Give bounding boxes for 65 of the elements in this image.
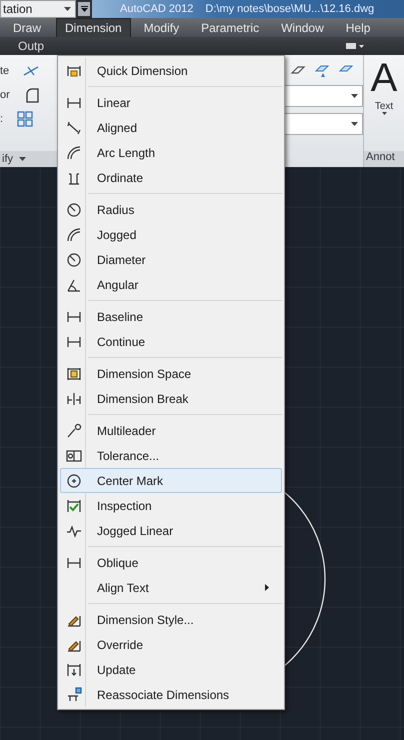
app-title: AutoCAD 2012 bbox=[120, 3, 194, 15]
menu-option[interactable]: Continue bbox=[60, 329, 282, 354]
quick-access-button[interactable] bbox=[78, 2, 90, 16]
panel-title: Annot bbox=[364, 151, 404, 167]
menu-option[interactable]: Inspection bbox=[60, 493, 282, 518]
tool-label: : bbox=[0, 113, 4, 125]
panel-title: ify bbox=[2, 153, 13, 165]
dimension-space-icon bbox=[66, 366, 82, 382]
menu-item[interactable]: Window bbox=[272, 18, 333, 38]
caret-icon bbox=[382, 112, 386, 115]
menu-option[interactable]: Tolerance... bbox=[60, 443, 282, 468]
menu-option[interactable]: Dimension Break bbox=[60, 386, 282, 411]
menu-option[interactable]: Override bbox=[60, 632, 282, 657]
menu-option[interactable]: Diameter bbox=[60, 247, 282, 272]
ribbon-tab[interactable]: Outp bbox=[18, 39, 44, 53]
text-glyph: A bbox=[370, 55, 398, 101]
fillet-icon[interactable] bbox=[24, 87, 40, 103]
menu-item[interactable]: Modify bbox=[134, 18, 188, 38]
circle-icon bbox=[66, 202, 82, 218]
menu-option[interactable]: Center Mark bbox=[60, 468, 282, 493]
menu-item[interactable]: Help bbox=[336, 18, 380, 38]
array-icon[interactable] bbox=[17, 111, 34, 127]
tool-label: or bbox=[0, 89, 10, 101]
arc-icon bbox=[66, 144, 82, 160]
update-icon bbox=[66, 662, 82, 678]
menu-option[interactable]: Angular bbox=[60, 272, 282, 297]
leader-icon bbox=[66, 422, 82, 438]
dimension-break-icon bbox=[66, 390, 82, 406]
panel-toggle-icon[interactable] bbox=[346, 42, 364, 50]
menu-option[interactable]: Dimension Space bbox=[60, 361, 282, 386]
menu-option[interactable]: Radius bbox=[60, 197, 282, 222]
menu-option[interactable]: Jogged Linear bbox=[60, 518, 282, 543]
menu-option[interactable]: Arc Length bbox=[60, 140, 282, 165]
menu-option[interactable]: Linear bbox=[60, 90, 282, 115]
workspace-dropdown[interactable]: tation bbox=[0, 0, 76, 18]
tolerance-box-icon bbox=[66, 448, 82, 464]
menu-option[interactable]: Aligned bbox=[60, 115, 282, 140]
menu-option[interactable]: Align Text bbox=[60, 575, 282, 600]
circle-icon bbox=[66, 252, 82, 268]
tool-label: te bbox=[0, 65, 10, 77]
menu-item[interactable]: Draw bbox=[4, 18, 50, 38]
reassociate-icon bbox=[66, 686, 82, 702]
menu-option[interactable]: Jogged bbox=[60, 222, 282, 247]
caret-icon bbox=[351, 122, 358, 126]
caret-icon bbox=[351, 94, 358, 98]
menu-option[interactable]: Ordinate bbox=[60, 165, 282, 190]
menu-option[interactable]: Update bbox=[60, 657, 282, 682]
center-mark-icon bbox=[66, 472, 82, 488]
arc-icon bbox=[66, 226, 82, 242]
caret-icon bbox=[80, 6, 88, 12]
text-button[interactable]: Text bbox=[374, 101, 394, 115]
menu-option[interactable]: Reassociate Dimensions bbox=[60, 682, 282, 707]
caret-icon[interactable] bbox=[19, 157, 26, 161]
menu-option[interactable]: Dimension Style... bbox=[60, 607, 282, 632]
file-path: D:\my notes\bose\MU...\12.16.dwg bbox=[205, 3, 374, 15]
menu-option[interactable]: Oblique bbox=[60, 550, 282, 575]
menu-item[interactable]: Dimension bbox=[56, 18, 131, 38]
menu-option[interactable]: Multileader bbox=[60, 418, 282, 443]
menu-item[interactable]: Parametric bbox=[192, 18, 268, 38]
check-bracket-icon bbox=[66, 498, 82, 514]
layer-icon[interactable] bbox=[314, 63, 330, 79]
aligned-dimension-icon bbox=[66, 120, 82, 136]
caret-icon bbox=[64, 7, 71, 11]
menu-option[interactable]: Quick Dimension bbox=[60, 58, 282, 83]
menu-option[interactable]: Baseline bbox=[60, 304, 282, 329]
